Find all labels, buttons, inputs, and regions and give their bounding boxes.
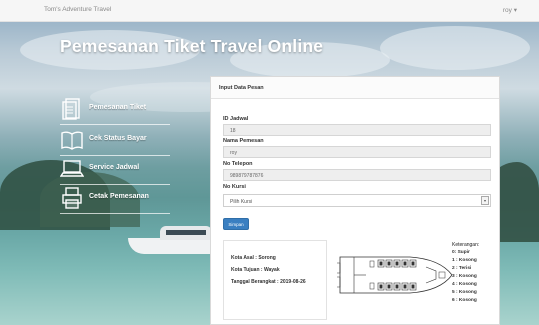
menu-divider bbox=[60, 184, 170, 185]
no-kursi-label: No Kursi bbox=[223, 184, 246, 190]
no-telepon-field[interactable]: 989879787876 bbox=[223, 169, 491, 181]
id-jadwal-label: ID Jadwal bbox=[223, 116, 249, 122]
menu-item-cetak-pemesanan[interactable]: Cetak Pemesanan bbox=[60, 186, 172, 214]
menu-item-label: Service Jadwal bbox=[89, 164, 140, 171]
panel-title: Input Data Pesan bbox=[219, 85, 264, 91]
book-icon bbox=[61, 131, 83, 150]
top-navbar: Tom's Adventure Travel roy ▾ bbox=[0, 0, 539, 22]
no-telepon-label: No Telepon bbox=[223, 161, 253, 167]
legend-item: 4 : Kosong bbox=[452, 282, 477, 287]
tanggal-berangkat-text: Tanggal Berangkat : 2019-08-26 bbox=[231, 279, 306, 285]
legend-item: 2 : Terisi bbox=[452, 266, 472, 271]
printer-icon bbox=[62, 187, 82, 209]
page-title: Pemesanan Tiket Travel Online bbox=[60, 36, 324, 56]
menu-item-label: Pemesanan Tiket bbox=[89, 104, 147, 111]
chevron-down-icon: ▾ bbox=[481, 196, 489, 205]
seat-map-diagram bbox=[337, 256, 453, 294]
menu-item-pemesanan-tiket[interactable]: Pemesanan Tiket bbox=[60, 97, 172, 125]
menu-item-cek-status-bayar[interactable]: Cek Status Bayar bbox=[60, 128, 172, 156]
brand-link[interactable]: Tom's Adventure Travel bbox=[44, 6, 111, 13]
legend-item: 3 : Kosong bbox=[452, 274, 477, 279]
laptop-icon bbox=[60, 160, 84, 177]
no-kursi-selected: Pilih Kursi bbox=[230, 198, 253, 205]
boat-image bbox=[128, 222, 218, 256]
menu-divider bbox=[60, 213, 170, 214]
user-dropdown[interactable]: roy ▾ bbox=[503, 6, 517, 14]
legend-title: Keterangan: bbox=[452, 242, 480, 248]
legend-item: 1 : Kosong bbox=[452, 258, 477, 263]
menu-divider bbox=[60, 124, 170, 125]
kota-asal-text: Kota Asal : Sorong bbox=[231, 255, 276, 261]
menu-item-service-jadwal[interactable]: Service Jadwal bbox=[60, 157, 172, 185]
document-icon bbox=[62, 98, 80, 120]
menu-item-label: Cetak Pemesanan bbox=[89, 193, 149, 200]
nama-pemesan-label: Nama Pemesan bbox=[223, 138, 264, 144]
legend-item: 0: Supir bbox=[452, 250, 470, 255]
kota-tujuan-text: Kota Tujuan : Wayak bbox=[231, 267, 280, 273]
no-kursi-select[interactable]: Pilih Kursi ▾ bbox=[223, 194, 491, 207]
legend-item: 6 : Kosong bbox=[452, 298, 477, 303]
menu-divider bbox=[60, 155, 170, 156]
panel-header: Input Data Pesan bbox=[211, 77, 499, 99]
menu-item-label: Cek Status Bayar bbox=[89, 135, 147, 142]
simpan-button[interactable]: Simpan bbox=[223, 218, 249, 230]
id-jadwal-field[interactable]: 18 bbox=[223, 124, 491, 136]
nama-pemesan-field[interactable]: roy bbox=[223, 146, 491, 158]
route-info-box: Kota Asal : Sorong Kota Tujuan : Wayak T… bbox=[223, 240, 327, 320]
order-form-panel: Input Data Pesan ID Jadwal 18 Nama Pemes… bbox=[210, 76, 500, 325]
legend-item: 5 : Kosong bbox=[452, 290, 477, 295]
